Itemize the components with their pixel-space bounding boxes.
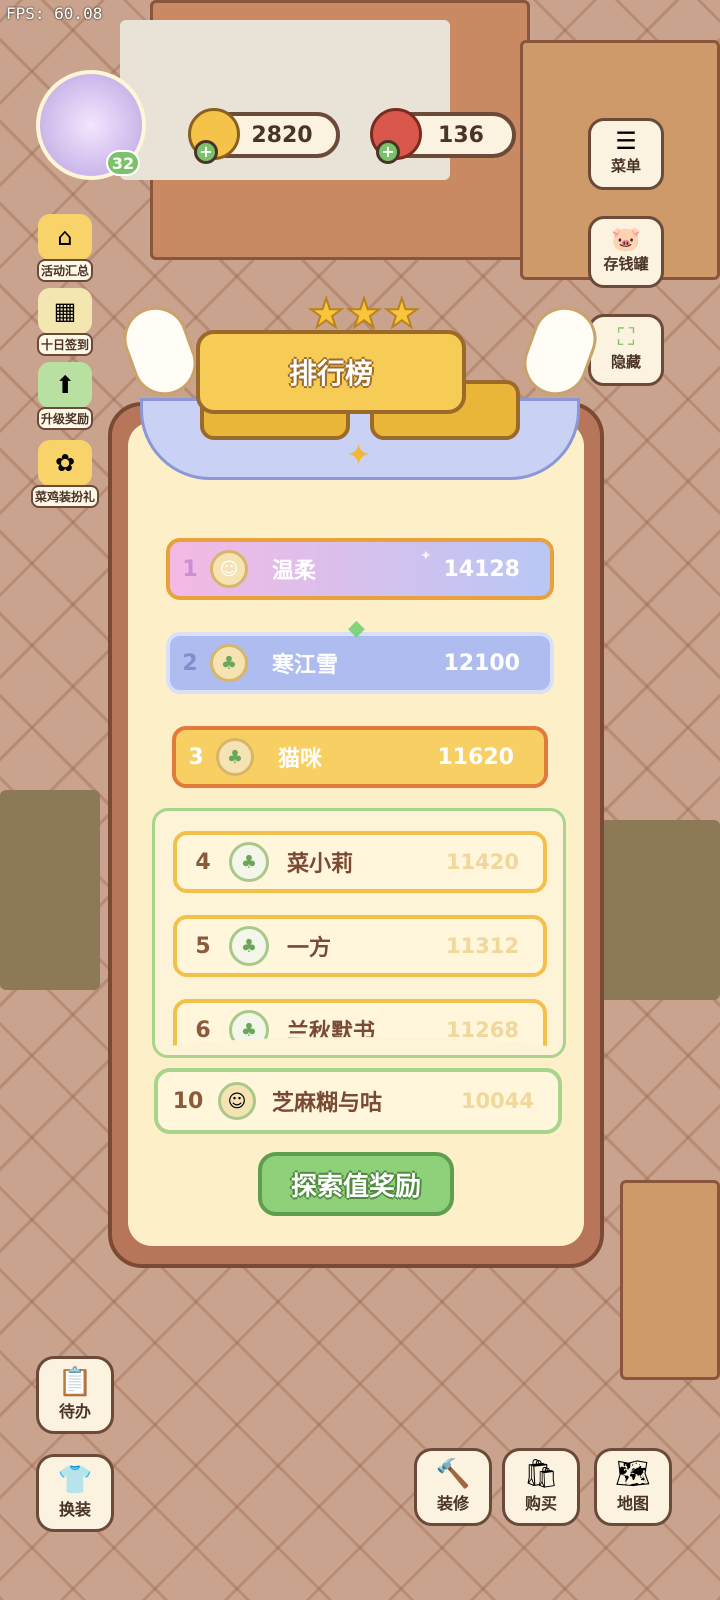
arrow-up-icon: ⬆ [38, 362, 92, 408]
outfit-gift-button[interactable]: ✿ 菜鸡装扮礼 [24, 440, 106, 508]
event-summary-button[interactable]: ⌂ 活动汇总 [30, 214, 100, 282]
star-icon: ★ [307, 291, 345, 337]
shop-label: 购买 [524, 1494, 557, 1513]
player-name: 温柔 [272, 559, 317, 584]
shop-icon: 🛍 [523, 1457, 559, 1490]
player-avatar-icon: ♣ [229, 926, 269, 966]
player-avatar-icon: ♣ [216, 738, 254, 776]
player-name: 猫咪 [278, 747, 323, 772]
player-name: 寒江雪 [272, 653, 339, 678]
rank-number: 1 [182, 556, 198, 582]
star-icon: ★ [345, 291, 383, 337]
event-summary-label: 活动汇总 [36, 259, 93, 282]
rank-number: 3 [188, 744, 204, 770]
todo-button[interactable]: 📋 待办 [36, 1356, 114, 1434]
fps-counter: FPS: 60.08 [6, 4, 103, 23]
decorate-label: 装修 [436, 1494, 469, 1513]
hide-button[interactable]: ⛶ 隐藏 [588, 314, 664, 386]
rank-number: 6 [195, 1017, 211, 1043]
decorate-button[interactable]: 🔨 装修 [414, 1448, 492, 1526]
rank-number: 4 [195, 849, 211, 875]
hide-icon: ⛶ [617, 323, 635, 351]
level-reward-button[interactable]: ⬆ 升级奖励 [30, 362, 100, 430]
player-score: 11312 [445, 934, 519, 958]
leaderboard-row-2: 2 ♣ 寒江雪 12100 [166, 632, 554, 694]
explore-reward-button[interactable]: 探索值奖励 [258, 1152, 454, 1216]
add-coins-button[interactable]: + [194, 140, 218, 164]
gem-icon: ◆ [348, 616, 365, 641]
menu-button[interactable]: ☰ 菜单 [588, 118, 664, 190]
ten-day-checkin-label: 十日签到 [36, 333, 93, 356]
piggy-bank-button[interactable]: 🐷 存钱罐 [588, 216, 664, 288]
leaderboard-title: 排行榜 [288, 357, 373, 390]
piggy-bank-icon: 🐷 [611, 225, 641, 253]
food-counter: + 136 [370, 108, 516, 164]
my-rank-number: 10 [172, 1088, 204, 1114]
menu-label: 菜单 [610, 157, 641, 175]
my-name: 芝麻糊与咕 [272, 1091, 383, 1116]
bg-grass-left [0, 790, 100, 990]
map-button[interactable]: 🗺 地图 [594, 1448, 672, 1526]
rank-number: 2 [182, 650, 198, 676]
piggy-bank-label: 存钱罐 [603, 255, 649, 273]
map-label: 地图 [616, 1494, 649, 1513]
level-reward-label: 升级奖励 [36, 407, 93, 430]
coin-counter: + 2820 [188, 108, 340, 164]
star-icon: ★ [383, 291, 421, 337]
clipboard-icon: 📋 [57, 1365, 93, 1398]
player-name: 一方 [287, 936, 332, 961]
leaderboard-title-banner: 排行榜 [196, 330, 466, 414]
bg-building-bottom-right [620, 1180, 720, 1380]
change-outfit-button[interactable]: 👕 换装 [36, 1454, 114, 1532]
map-icon: 🗺 [615, 1457, 651, 1490]
player-score: 12100 [443, 650, 520, 676]
leaderboard-row-1: 1 ☺ 温柔 14128 [166, 538, 554, 600]
player-score: 11420 [445, 850, 519, 874]
diamond-icon: ✦ [346, 438, 372, 473]
bg-grass-right [600, 820, 720, 1000]
ten-day-checkin-button[interactable]: ▦ 十日签到 [30, 288, 100, 356]
coin-value: 2820 [251, 122, 313, 148]
my-rank-row: 10 ☺ 芝麻糊与咕 10044 [154, 1068, 562, 1134]
hide-label: 隐藏 [610, 353, 641, 371]
list-item: 4 ♣ 菜小莉 11420 [173, 831, 547, 893]
decorate-icon: 🔨 [435, 1457, 471, 1490]
list-item: 5 ♣ 一方 11312 [173, 915, 547, 977]
my-score: 10044 [460, 1089, 534, 1113]
house-icon: ⌂ [38, 214, 92, 260]
leaderboard-list[interactable]: 4 ♣ 菜小莉 11420 5 ♣ 一方 11312 6 ♣ 兰秋默书 1126… [152, 808, 566, 1058]
player-score: 14128 [443, 556, 520, 582]
todo-label: 待办 [58, 1402, 91, 1421]
rank-number: 5 [195, 933, 211, 959]
player-score: 11620 [437, 744, 514, 770]
outfit-icon: 👕 [57, 1463, 93, 1496]
food-value: 136 [438, 122, 484, 148]
outfit-gift-label: 菜鸡装扮礼 [30, 485, 99, 508]
player-avatar-icon: ♣ [229, 842, 269, 882]
gift-icon: ✿ [38, 440, 92, 486]
list-icon: ☰ [615, 127, 637, 155]
left-wing-decoration [114, 297, 206, 405]
leaderboard-row-3: 3 ♣ 猫咪 11620 [172, 726, 548, 788]
change-outfit-label: 换装 [58, 1500, 91, 1519]
player-level-badge: 32 [106, 150, 140, 176]
player-avatar[interactable]: 32 [36, 70, 146, 180]
add-food-button[interactable]: + [376, 140, 400, 164]
my-avatar-icon: ☺ [218, 1082, 256, 1120]
player-name: 菜小莉 [287, 852, 354, 877]
three-stars: ★ ★ ★ [294, 291, 434, 340]
player-avatar-icon: ♣ [210, 644, 248, 682]
sparkle-decoration: ✦ [420, 548, 432, 564]
right-wing-decoration [514, 297, 606, 405]
shop-button[interactable]: 🛍 购买 [502, 1448, 580, 1526]
calendar-icon: ▦ [38, 288, 92, 334]
player-avatar-icon: ☺ [210, 550, 248, 588]
